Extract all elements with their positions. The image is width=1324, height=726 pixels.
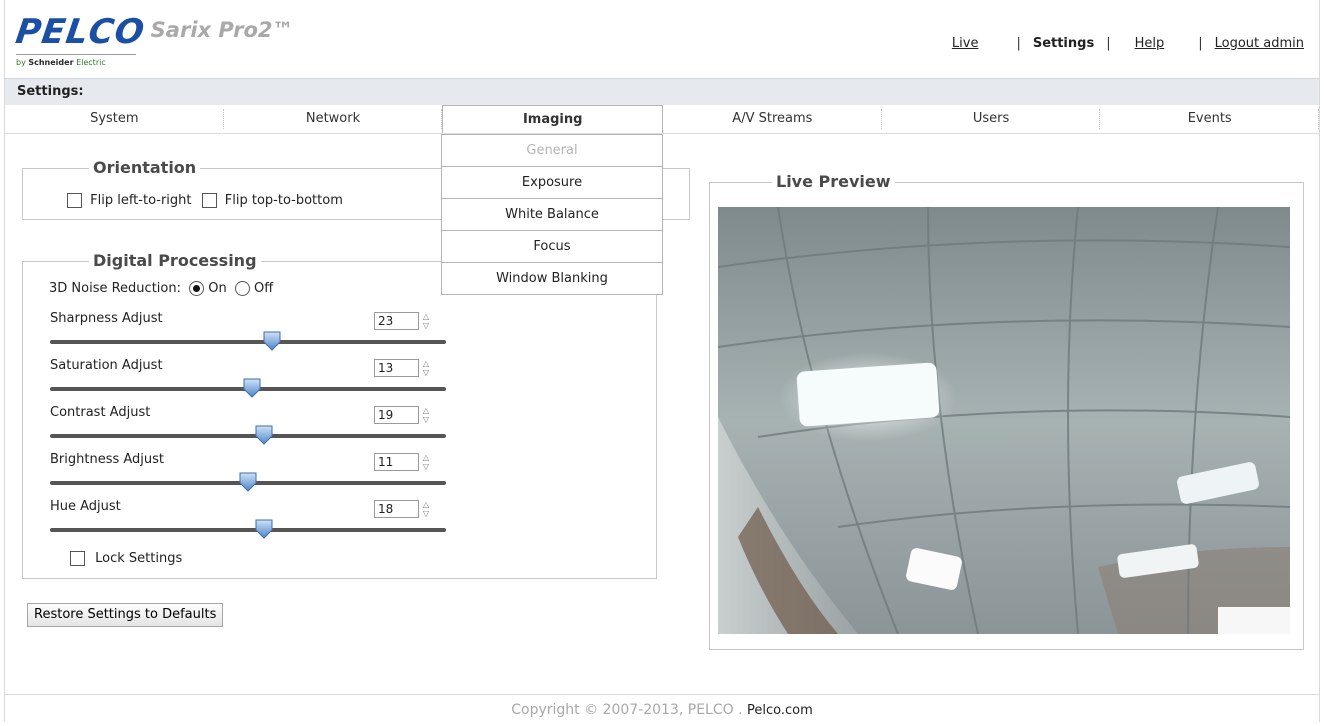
slider-value-input[interactable]: 23	[374, 312, 419, 330]
byline-suffix: Electric	[76, 58, 106, 67]
nav-separator: |	[1106, 36, 1111, 51]
nav-help-link[interactable]: Help	[1135, 36, 1165, 51]
slider-thumb[interactable]	[254, 519, 274, 539]
nav-separator: |	[1198, 36, 1203, 51]
main-tabs: System Network Imaging A/V Streams Users…	[5, 105, 1319, 134]
noise-reduction-label: 3D Noise Reduction:	[49, 281, 181, 296]
slider-track[interactable]	[50, 528, 446, 532]
restore-defaults-button[interactable]: Restore Settings to Defaults	[27, 603, 224, 627]
imaging-dropdown-menu: General Exposure White Balance Focus Win…	[441, 134, 663, 295]
nav-settings-current: Settings	[1032, 36, 1095, 51]
flip-top-bottom-label: Flip top-to-bottom	[224, 193, 343, 208]
spinner-arrows-icon[interactable]: △ ▽	[420, 453, 432, 471]
top-nav: Live | Settings | Help | Logout admin	[952, 36, 1304, 51]
spinner-arrows-icon[interactable]: △ ▽	[420, 406, 432, 424]
tab-events[interactable]: Events	[1100, 105, 1319, 133]
slider-value-stepper[interactable]: 13 △ ▽	[374, 359, 432, 377]
slider-value-input[interactable]: 19	[374, 406, 419, 424]
menu-item-window-blanking[interactable]: Window Blanking	[442, 262, 662, 294]
nav-separator: |	[1016, 36, 1021, 51]
brand: PELCO Sarix Pro2™	[13, 12, 294, 52]
byline: by Schneider Electric	[16, 58, 106, 67]
slider-value-input[interactable]: 11	[374, 453, 419, 471]
flip-left-right-checkbox[interactable]	[67, 193, 82, 208]
slider-label: Sharpness Adjust	[50, 311, 163, 326]
slider-label: Contrast Adjust	[50, 405, 151, 420]
slider-value-input[interactable]: 18	[374, 500, 419, 518]
flip-left-right-label: Flip left-to-right	[90, 193, 192, 208]
slider-track[interactable]	[50, 434, 446, 438]
slider-track[interactable]	[50, 340, 446, 344]
tab-imaging[interactable]: Imaging	[442, 105, 664, 133]
slider-value-stepper[interactable]: 23 △ ▽	[374, 312, 432, 330]
digital-processing-legend: Digital Processing	[89, 251, 261, 270]
slider-thumb[interactable]	[238, 472, 258, 492]
settings-bar: Settings:	[5, 78, 1319, 105]
spinner-arrows-icon[interactable]: △ ▽	[420, 312, 432, 330]
tab-network[interactable]: Network	[224, 105, 443, 133]
live-preview-legend: Live Preview	[772, 172, 895, 191]
lock-settings-checkbox[interactable]	[70, 551, 85, 566]
slider-value-stepper[interactable]: 19 △ ▽	[374, 406, 432, 424]
slider-label: Hue Adjust	[50, 499, 121, 514]
slider-value-stepper[interactable]: 18 △ ▽	[374, 500, 432, 518]
byline-prefix: by	[16, 58, 26, 67]
tab-system[interactable]: System	[5, 105, 224, 133]
noise-on-radio[interactable]	[189, 281, 205, 296]
noise-off-radio[interactable]	[234, 281, 250, 296]
byline-company: Schneider	[28, 58, 74, 67]
slider-label: Brightness Adjust	[50, 452, 165, 467]
product-name: Sarix Pro2™	[150, 18, 294, 42]
nav-live-link[interactable]: Live	[952, 36, 979, 51]
slider-thumb[interactable]	[242, 378, 262, 398]
lock-settings-label: Lock Settings	[95, 551, 183, 566]
tab-av-streams[interactable]: A/V Streams	[663, 105, 882, 133]
orientation-legend: Orientation	[89, 158, 201, 177]
camera-feed-image	[718, 207, 1290, 634]
menu-item-exposure[interactable]: Exposure	[442, 166, 662, 198]
footer: Copyright © 2007-2013, PELCO . Pelco.com	[5, 694, 1319, 723]
flip-top-bottom-checkbox[interactable]	[201, 193, 217, 208]
noise-on-label: On	[208, 281, 227, 296]
live-preview-video	[718, 207, 1290, 634]
nav-logout-link[interactable]: Logout admin	[1215, 36, 1304, 51]
logo-rule	[16, 54, 136, 55]
menu-item-white-balance[interactable]: White Balance	[442, 198, 662, 230]
slider-label: Saturation Adjust	[50, 358, 163, 373]
slider-thumb[interactable]	[254, 425, 274, 445]
noise-off-label: Off	[254, 281, 274, 296]
copyright-text: Copyright © 2007-2013, PELCO .	[511, 702, 743, 718]
pelco-logo: PELCO	[13, 12, 148, 52]
spinner-arrows-icon[interactable]: △ ▽	[420, 359, 432, 377]
menu-item-focus[interactable]: Focus	[442, 230, 662, 262]
pelco-link[interactable]: Pelco.com	[747, 703, 813, 718]
menu-item-general: General	[526, 143, 578, 158]
slider-thumb[interactable]	[262, 331, 282, 351]
slider-value-input[interactable]: 13	[374, 359, 419, 377]
spinner-arrows-icon[interactable]: △ ▽	[420, 500, 432, 518]
tab-users[interactable]: Users	[882, 105, 1101, 133]
lock-settings: Lock Settings	[70, 551, 182, 566]
slider-value-stepper[interactable]: 11 △ ▽	[374, 453, 432, 471]
